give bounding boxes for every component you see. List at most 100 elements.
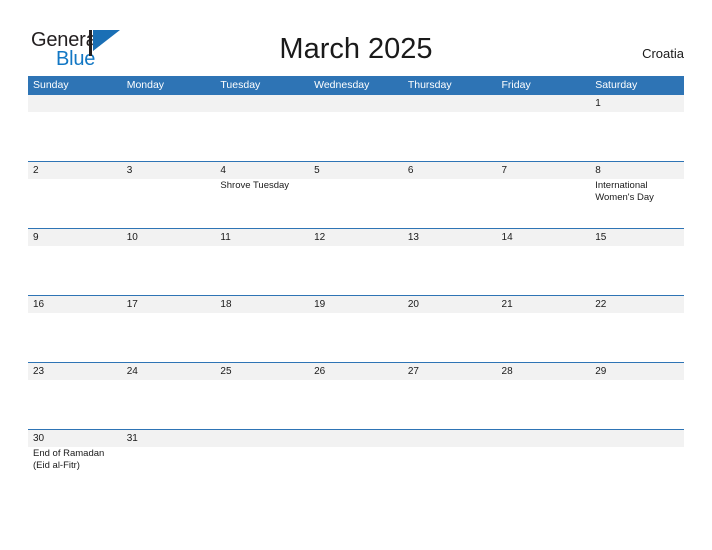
date-number[interactable]	[215, 430, 309, 447]
day-cell[interactable]	[28, 246, 122, 295]
day-header-monday: Monday	[126, 79, 165, 91]
day-cell[interactable]	[590, 447, 684, 496]
calendar-grid: Sunday Monday Tuesday Wednesday Thursday…	[28, 76, 684, 496]
date-number[interactable]: 23	[28, 363, 122, 380]
date-number[interactable]: 17	[122, 296, 216, 313]
day-cell[interactable]	[309, 179, 403, 228]
day-cell[interactable]	[497, 313, 591, 362]
date-number[interactable]: 26	[309, 363, 403, 380]
day-cell[interactable]	[403, 313, 497, 362]
day-cell[interactable]	[122, 447, 216, 496]
day-of-week-header-row: Sunday Monday Tuesday Wednesday Thursday…	[28, 76, 684, 95]
date-number[interactable]	[497, 95, 591, 112]
date-number[interactable]: 8	[590, 162, 684, 179]
date-number[interactable]	[497, 430, 591, 447]
day-cell[interactable]	[309, 112, 403, 161]
calendar-page: General Blue March 2025 Croatia Sunday M…	[0, 0, 712, 550]
date-number[interactable]	[309, 95, 403, 112]
date-number[interactable]	[309, 430, 403, 447]
day-cell[interactable]	[497, 246, 591, 295]
day-cell[interactable]	[403, 380, 497, 429]
day-cell[interactable]	[309, 313, 403, 362]
week-date-number-row: 23 24 25 26 27 28 29	[28, 363, 684, 380]
week-event-row: Shrove Tuesday International Women's Day	[28, 179, 684, 228]
date-number[interactable]: 9	[28, 229, 122, 246]
date-number[interactable]: 28	[497, 363, 591, 380]
date-number[interactable]: 16	[28, 296, 122, 313]
date-number[interactable]	[215, 95, 309, 112]
date-number[interactable]: 13	[403, 229, 497, 246]
day-cell[interactable]	[122, 179, 216, 228]
date-number[interactable]: 20	[403, 296, 497, 313]
day-cell[interactable]	[497, 112, 591, 161]
date-number[interactable]: 11	[215, 229, 309, 246]
date-number[interactable]: 12	[309, 229, 403, 246]
date-number[interactable]: 7	[497, 162, 591, 179]
date-number[interactable]: 29	[590, 363, 684, 380]
date-number[interactable]: 27	[403, 363, 497, 380]
date-number[interactable]: 3	[122, 162, 216, 179]
day-cell[interactable]: End of Ramadan (Eid al-Fitr)	[28, 447, 122, 496]
date-number[interactable]: 31	[122, 430, 216, 447]
day-cell[interactable]	[309, 246, 403, 295]
day-cell[interactable]	[122, 246, 216, 295]
day-cell[interactable]	[122, 313, 216, 362]
day-cell[interactable]: International Women's Day	[590, 179, 684, 228]
page-header: General Blue March 2025 Croatia	[0, 0, 712, 76]
week-event-row	[28, 112, 684, 161]
day-cell[interactable]	[28, 112, 122, 161]
day-cell[interactable]	[403, 447, 497, 496]
day-cell[interactable]	[590, 112, 684, 161]
date-number[interactable]: 25	[215, 363, 309, 380]
week-date-number-row: 9 10 11 12 13 14 15	[28, 229, 684, 246]
day-cell[interactable]	[309, 447, 403, 496]
date-number[interactable]: 1	[590, 95, 684, 112]
week-date-number-row: 2 3 4 5 6 7 8	[28, 162, 684, 179]
date-number[interactable]	[122, 95, 216, 112]
day-event-text: Shrove Tuesday	[220, 180, 290, 191]
day-cell[interactable]	[497, 380, 591, 429]
date-number[interactable]: 24	[122, 363, 216, 380]
calendar-week-row: 30 31 End of Ramadan (Eid al-Fitr)	[28, 430, 684, 496]
day-cell[interactable]	[403, 246, 497, 295]
week-date-number-row: 30 31	[28, 430, 684, 447]
date-number[interactable]	[590, 430, 684, 447]
date-number[interactable]: 30	[28, 430, 122, 447]
day-cell[interactable]	[590, 380, 684, 429]
date-number[interactable]	[403, 95, 497, 112]
day-cell[interactable]	[215, 246, 309, 295]
date-number[interactable]: 2	[28, 162, 122, 179]
day-cell[interactable]	[122, 380, 216, 429]
date-number[interactable]: 14	[497, 229, 591, 246]
date-number[interactable]: 4	[215, 162, 309, 179]
date-number[interactable]: 10	[122, 229, 216, 246]
day-cell[interactable]	[497, 447, 591, 496]
calendar-week-row: 1	[28, 95, 684, 162]
day-cell[interactable]	[403, 112, 497, 161]
day-cell[interactable]	[215, 447, 309, 496]
date-number[interactable]: 5	[309, 162, 403, 179]
day-cell[interactable]	[403, 179, 497, 228]
date-number[interactable]: 15	[590, 229, 684, 246]
day-cell[interactable]	[215, 380, 309, 429]
date-number[interactable]: 22	[590, 296, 684, 313]
date-number[interactable]: 18	[215, 296, 309, 313]
date-number[interactable]: 6	[403, 162, 497, 179]
date-number[interactable]: 19	[309, 296, 403, 313]
day-cell[interactable]	[28, 313, 122, 362]
day-cell[interactable]	[215, 112, 309, 161]
date-number[interactable]: 21	[497, 296, 591, 313]
calendar-week-row: 16 17 18 19 20 21 22	[28, 296, 684, 363]
day-cell[interactable]: Shrove Tuesday	[215, 179, 309, 228]
day-cell[interactable]	[309, 380, 403, 429]
day-cell[interactable]	[122, 112, 216, 161]
day-cell[interactable]	[497, 179, 591, 228]
day-cell[interactable]	[215, 313, 309, 362]
day-cell[interactable]	[28, 380, 122, 429]
day-header-tuesday: Tuesday	[220, 79, 261, 91]
day-cell[interactable]	[590, 246, 684, 295]
date-number[interactable]	[28, 95, 122, 112]
day-cell[interactable]	[590, 313, 684, 362]
day-cell[interactable]	[28, 179, 122, 228]
date-number[interactable]	[403, 430, 497, 447]
